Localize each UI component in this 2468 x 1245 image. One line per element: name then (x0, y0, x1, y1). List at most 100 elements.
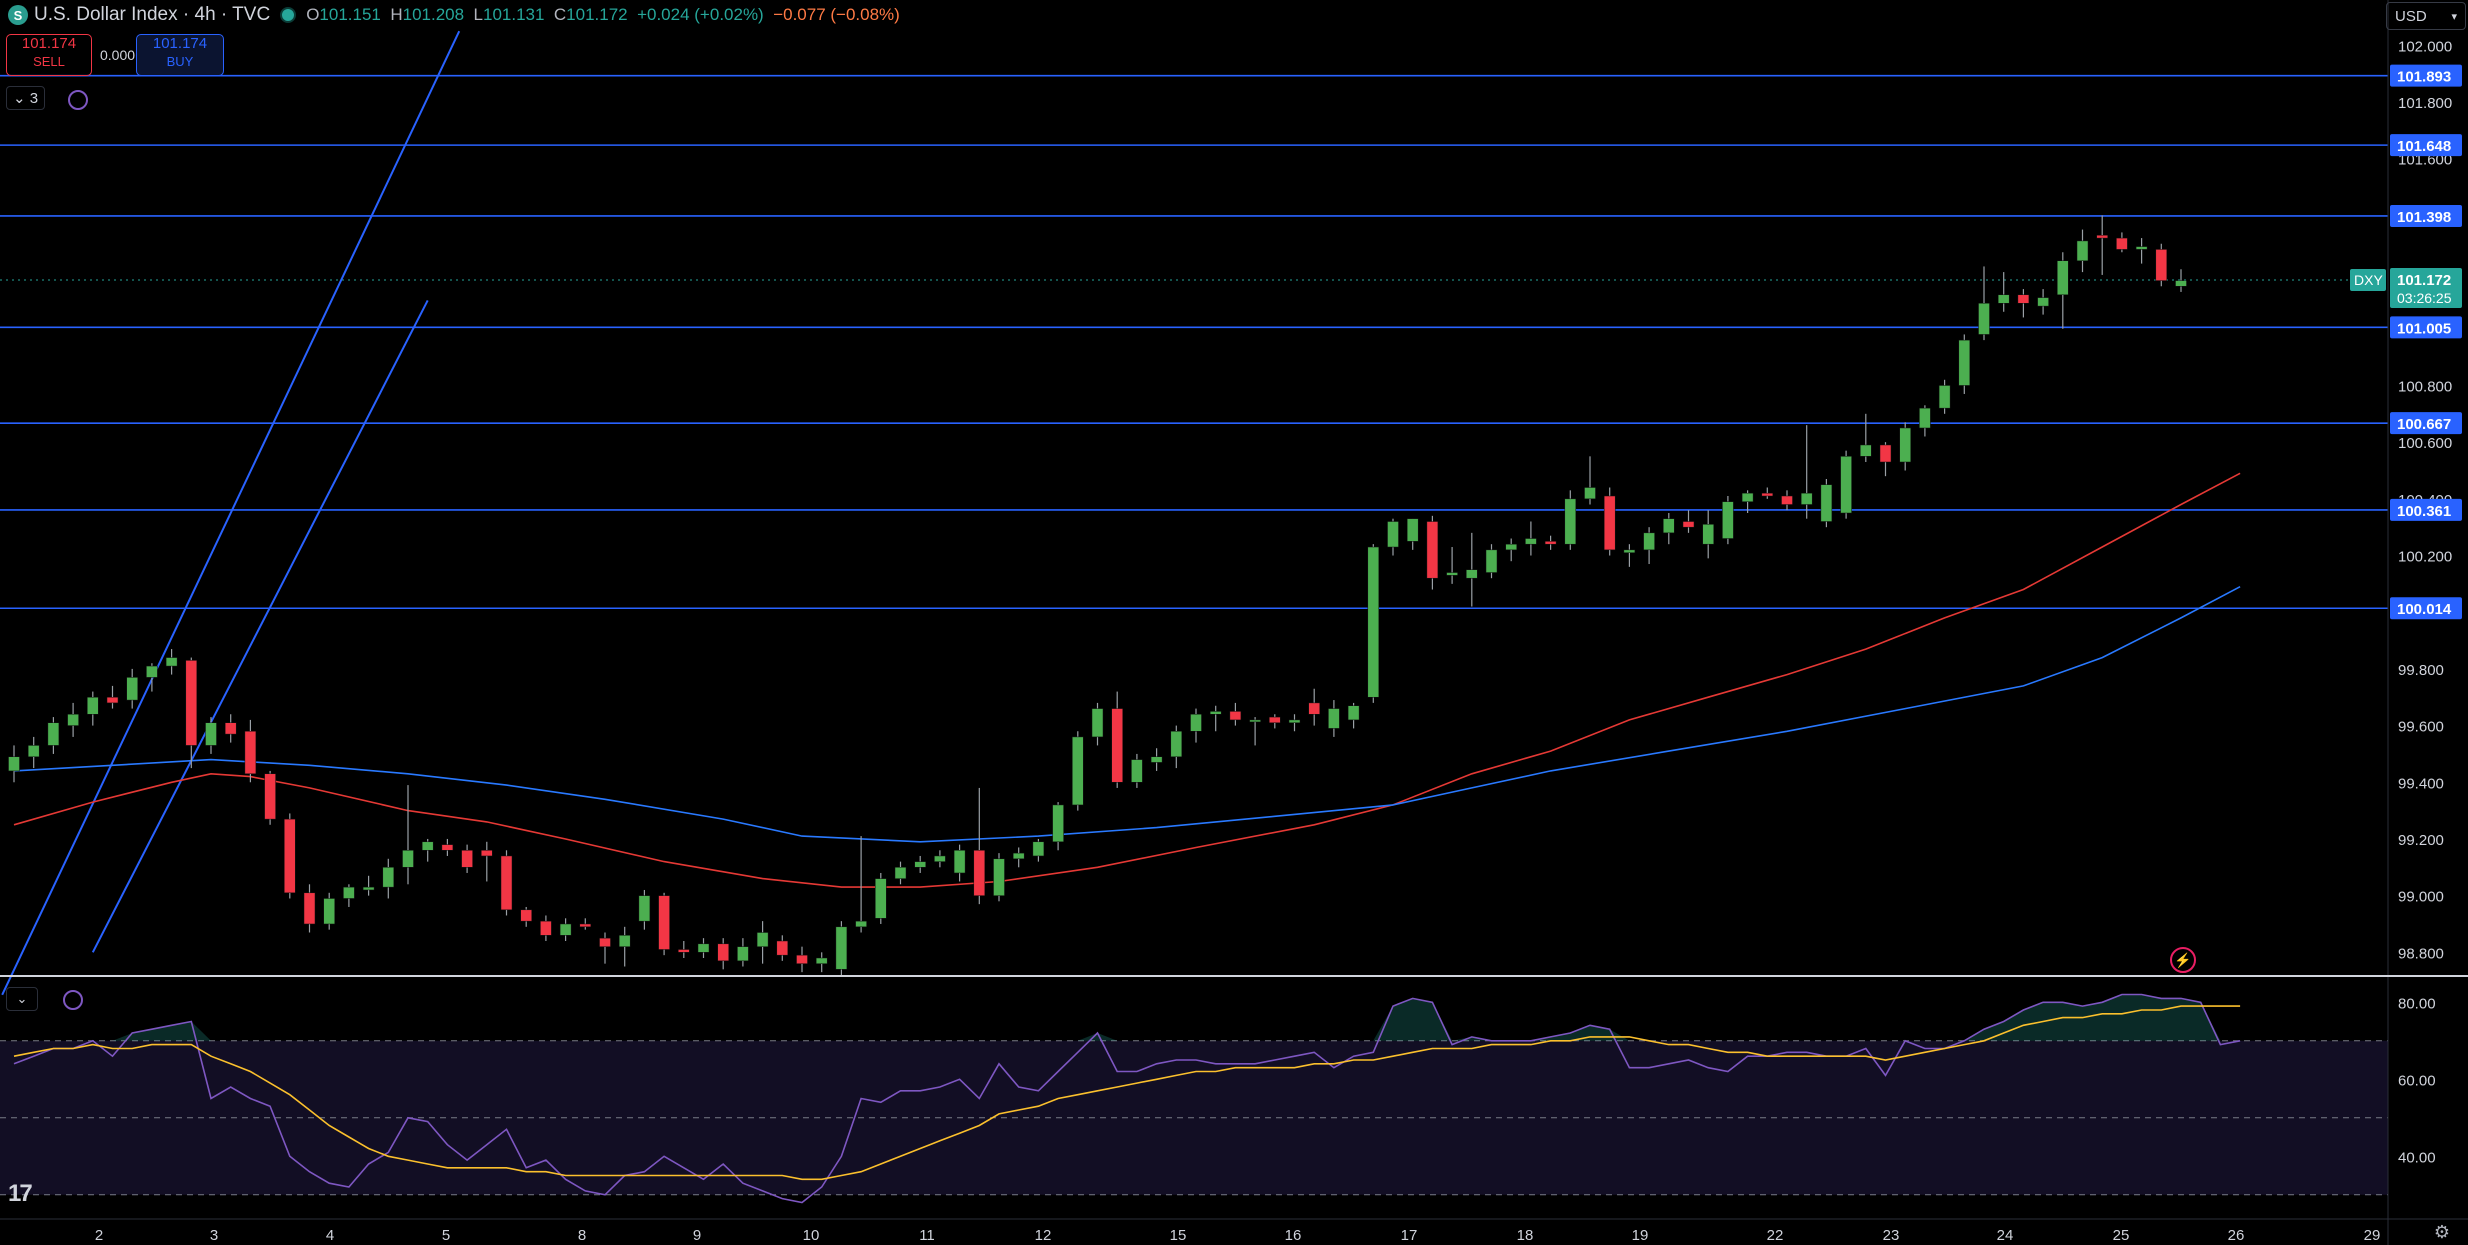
level-price-label: 100.014 (2397, 601, 2452, 618)
candle-body (579, 923, 592, 928)
chart-title[interactable]: U.S. Dollar Index · 4h · TVC (34, 4, 270, 26)
candle-body (2155, 249, 2168, 281)
buy-button[interactable]: 101.174 BUY (136, 34, 224, 76)
y-tick-label: 99.800 (2398, 662, 2444, 679)
candle-body (1505, 543, 1517, 551)
candle-body (1564, 498, 1577, 545)
candle-body (1406, 518, 1419, 542)
candle-body (894, 867, 907, 879)
buy-label: BUY (166, 54, 194, 69)
candle-body (1702, 524, 1714, 545)
close-value: 101.172 (566, 5, 628, 24)
candle-body (1466, 569, 1478, 579)
high-label: H (390, 5, 403, 24)
x-tick-label: 9 (693, 1227, 701, 1244)
sync-icon[interactable] (68, 90, 88, 110)
candle-body (1958, 339, 1971, 386)
candle-body (1722, 501, 1734, 539)
candle-body (165, 657, 178, 667)
candle-body (776, 940, 789, 956)
candle-body (1544, 541, 1557, 545)
open-value: 101.151 (319, 5, 381, 24)
lightning-icon[interactable]: ⚡ (2170, 947, 2196, 973)
candle-body (1131, 759, 1143, 783)
candle-body (1525, 538, 1537, 545)
spread-value: 0.000 (100, 47, 136, 63)
candle-body (2057, 260, 2069, 296)
sync-icon[interactable] (63, 990, 83, 1010)
candle-body (678, 949, 690, 953)
x-tick-label: 25 (2113, 1227, 2130, 1244)
rsi-y-tick-label: 60.00 (2398, 1072, 2436, 1089)
y-tick-label: 100.800 (2398, 378, 2452, 395)
candle-body (500, 855, 513, 911)
candle-body (618, 935, 631, 947)
x-tick-label: 10 (803, 1227, 820, 1244)
x-tick-label: 22 (1767, 1227, 1784, 1244)
candle-body (1781, 495, 1793, 505)
candle-body (520, 909, 532, 922)
candle-body (1623, 549, 1636, 553)
candle-body (1367, 546, 1380, 698)
level-price-label: 100.667 (2397, 416, 2451, 433)
candle-body (835, 926, 848, 970)
candle-body (1012, 852, 1025, 860)
candle-body (855, 920, 867, 928)
close-label: C (553, 5, 567, 24)
candle-body (323, 898, 335, 925)
candle-body (1860, 444, 1872, 457)
candle-body (1741, 492, 1754, 502)
gear-icon[interactable]: ⚙ (2434, 1222, 2450, 1243)
x-tick-label: 19 (1632, 1227, 1649, 1244)
sell-price: 101.174 (21, 35, 77, 52)
candle-body (638, 895, 651, 922)
candle-body (815, 957, 828, 964)
candle-body (2175, 280, 2187, 287)
candle-body (914, 861, 926, 868)
candle-body (87, 696, 99, 715)
candle-body (1879, 444, 1892, 463)
low-value: 101.131 (482, 5, 545, 24)
y-tick-label: 101.800 (2398, 95, 2452, 112)
x-tick-label: 29 (2364, 1227, 2381, 1244)
candle-body (1978, 303, 1990, 335)
candle-body (1663, 518, 1675, 534)
x-tick-label: 4 (326, 1227, 334, 1244)
candle-body (658, 895, 670, 950)
y-tick-label: 100.600 (2398, 435, 2452, 452)
candle-body (146, 665, 158, 678)
candle-body (1643, 532, 1655, 551)
currency-select[interactable]: USD ▾ (2386, 2, 2466, 30)
candle-body (47, 722, 60, 746)
change2-value: −0.077 (−0.08%) (773, 5, 900, 24)
sell-button[interactable]: 101.174 SELL (6, 34, 92, 76)
candle-body (343, 886, 355, 899)
candle-body (205, 722, 217, 746)
candle-body (1170, 731, 1183, 758)
chevron-down-icon: ▾ (2451, 10, 2457, 23)
candle-body (1308, 702, 1320, 715)
candle-body (717, 943, 729, 962)
candle-body (481, 850, 493, 857)
candle-body (402, 850, 414, 868)
candle-body (1032, 841, 1045, 857)
last-price-label: 101.172 (2397, 272, 2451, 289)
candle-body (1682, 521, 1695, 528)
indicators-count: 3 (29, 90, 39, 107)
candle-body (1111, 708, 1123, 783)
x-tick-label: 23 (1883, 1227, 1900, 1244)
candle-body (8, 756, 20, 772)
candle-body (1091, 708, 1104, 738)
y-tick-label: 102.000 (2398, 38, 2452, 55)
rsi-collapse-toggle[interactable]: ⌄ (6, 987, 38, 1011)
chart-canvas[interactable]: 102.000101.800101.600101.400101.200101.0… (0, 0, 2468, 1245)
candle-body (953, 850, 966, 874)
candle-body (2116, 237, 2128, 250)
candle-body (1072, 736, 1084, 806)
x-tick-label: 26 (2228, 1227, 2245, 1244)
candle-body (1485, 549, 1498, 573)
candle-body (599, 937, 611, 947)
y-tick-label: 99.400 (2398, 775, 2444, 792)
candle-body (1052, 804, 1064, 843)
indicators-toggle[interactable]: ⌄ 3 (6, 86, 46, 110)
